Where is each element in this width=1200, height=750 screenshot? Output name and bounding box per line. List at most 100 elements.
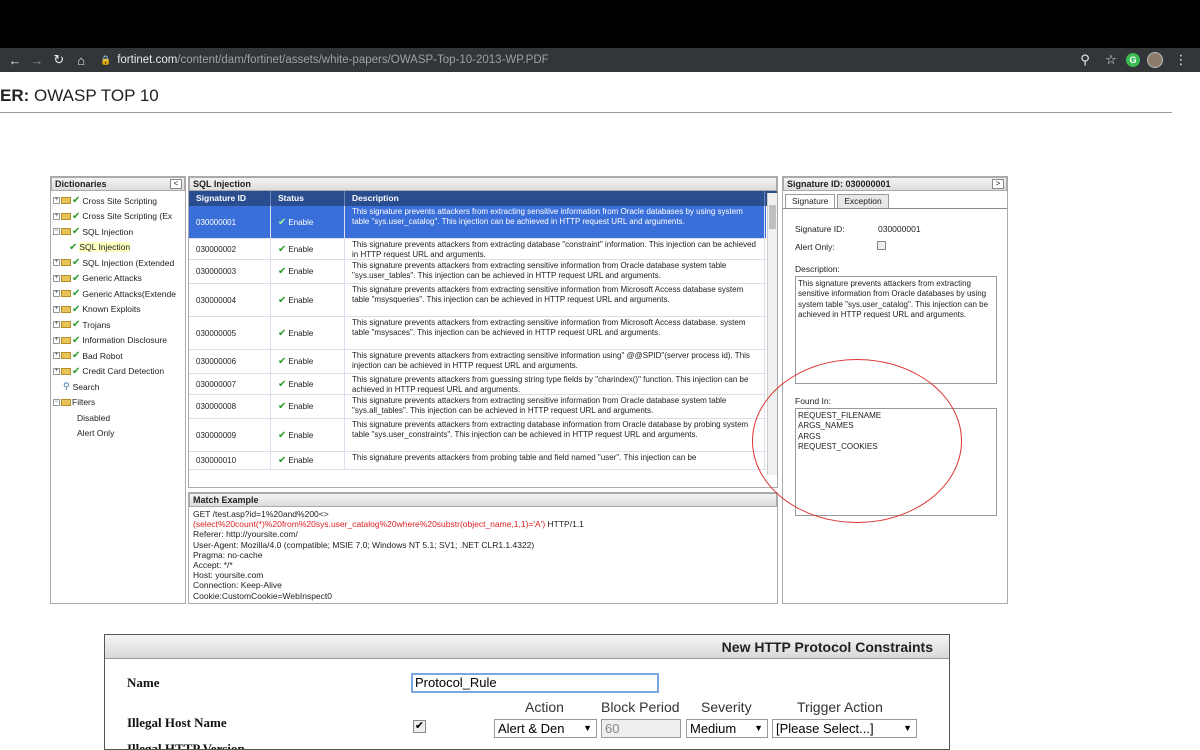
column-header-signature-id[interactable]: Signature ID <box>189 191 271 206</box>
tree-item[interactable]: + ✔ Generic Attacks <box>53 271 185 287</box>
tree-item[interactable]: + ✔ Trojans <box>53 317 185 333</box>
chevron-down-icon: ▼ <box>583 723 592 733</box>
table-row[interactable]: 030000002 ✔ Enable This signature prevents … <box>189 239 766 260</box>
column-header-status[interactable]: Status <box>271 191 345 206</box>
page-title: ER: OWASP TOP 10 <box>0 86 159 105</box>
folder-icon <box>61 274 71 282</box>
address-bar[interactable]: 🔒 fortinet.com/content/dam/fortinet/asse… <box>100 54 549 66</box>
tree-item[interactable]: + ✔ Cross Site Scripting (Ex <box>53 209 185 225</box>
table-row[interactable]: 030000003 ✔ Enable This signature prevents … <box>189 260 766 284</box>
http-protocol-constraints-form: New HTTP Protocol Constraints Name Proto… <box>104 634 950 750</box>
description-cell: This signature prevents attackers from e… <box>345 350 765 373</box>
status-cell: ✔ Enable <box>271 395 345 418</box>
forward-icon[interactable]: → <box>26 49 48 71</box>
red-highlight-circle <box>752 359 962 523</box>
tree-item[interactable]: + ✔ Known Exploits <box>53 302 185 318</box>
tree-item[interactable]: + ✔ SQL Injection (Extended <box>53 255 185 271</box>
description-cell: This signature prevents attackers from e… <box>345 395 765 418</box>
table-row[interactable]: 030000001 ✔ Enable This signature prevents … <box>189 206 766 239</box>
check-icon: ✔ <box>72 195 81 207</box>
collapse-button[interactable]: < <box>170 179 182 189</box>
tree-item[interactable]: + ✔ Bad Robot <box>53 348 185 364</box>
column-header-trigger-action: Trigger Action <box>797 699 883 715</box>
folder-icon <box>61 228 71 236</box>
check-icon: ✔ <box>278 455 287 466</box>
back-icon[interactable]: ← <box>4 49 26 71</box>
action-select[interactable]: Alert & Den ▼ <box>494 719 597 738</box>
tree-item[interactable]: + ✔ Credit Card Detection <box>53 364 185 380</box>
status-cell: ✔ Enable <box>271 350 345 373</box>
tree-item[interactable]: Alert Only <box>53 426 185 442</box>
table-row[interactable]: 030000005 ✔ Enable This signature prevents … <box>189 317 766 350</box>
description-cell: This signature prevents attackers from e… <box>345 284 765 316</box>
chevron-down-icon: ▼ <box>754 723 763 733</box>
description-cell: This signature prevents attackers from e… <box>345 317 765 349</box>
match-example-body: GET /test.asp?id=1%20and%200<> (select%2… <box>189 507 777 603</box>
check-icon: ✔ <box>72 257 81 269</box>
trigger-action-select[interactable]: [Please Select...] ▼ <box>772 719 917 738</box>
profile-avatar[interactable] <box>1144 49 1166 71</box>
column-header-description[interactable]: Description <box>345 191 765 206</box>
folder-icon <box>61 336 71 344</box>
signature-id-cell: 030000005 <box>189 317 271 349</box>
match-line: Host: yoursite.com <box>193 570 264 581</box>
signature-id-label: Signature ID: <box>795 224 845 234</box>
reload-icon[interactable]: ↻ <box>48 49 70 71</box>
tree-item[interactable]: − ✔ SQL Injection <box>53 224 185 240</box>
table-row[interactable]: 030000007 ✔ Enable This signature prevents … <box>189 374 766 395</box>
check-icon: ✔ <box>278 294 287 306</box>
star-icon[interactable]: ☆ <box>1100 49 1122 71</box>
tree-item-filters[interactable]: − Filters <box>53 395 185 411</box>
tree-item[interactable]: + ✔ Generic Attacks(Extende <box>53 286 185 302</box>
url-path: /content/dam/fortinet/assets/white-paper… <box>177 54 549 66</box>
tree-item-selected[interactable]: ✔ SQL Injection <box>53 240 185 256</box>
zoom-icon[interactable]: ⚲ <box>1074 49 1096 71</box>
check-icon: ✔ <box>72 303 81 315</box>
check-icon: ✔ <box>72 350 81 362</box>
description-cell: This signature prevents attackers from e… <box>345 206 765 238</box>
check-icon: ✔ <box>278 243 287 255</box>
check-icon: ✔ <box>278 378 287 390</box>
menu-icon[interactable]: ⋮ <box>1170 49 1192 71</box>
tab-exception[interactable]: Exception <box>837 194 889 208</box>
folder-icon <box>61 321 71 329</box>
grammarly-extension-icon[interactable]: G <box>1126 53 1140 67</box>
table-row[interactable]: 030000006 ✔ Enable This signature prevents … <box>189 350 766 374</box>
status-cell: ✔ Enable <box>271 206 345 238</box>
status-cell: ✔ Enable <box>271 317 345 349</box>
alert-only-checkbox[interactable] <box>877 241 886 250</box>
home-icon[interactable]: ⌂ <box>70 49 92 71</box>
table-row[interactable]: 030000009 ✔ Enable This signature prevents … <box>189 419 766 452</box>
tree-item[interactable]: Disabled <box>53 410 185 426</box>
column-header-action: Action <box>525 699 564 715</box>
folder-icon <box>61 290 71 298</box>
tree-item[interactable]: + ✔ Cross Site Scripting <box>53 193 185 209</box>
signature-id-value: 030000001 <box>878 224 921 234</box>
description-cell: This signature prevents attackers from g… <box>345 374 765 394</box>
table-row[interactable]: 030000004 ✔ Enable This signature prevents … <box>189 284 766 317</box>
check-icon: ✔ <box>72 334 81 346</box>
table-row[interactable]: 030000008 ✔ Enable This signature prevents … <box>189 395 766 419</box>
name-label: Name <box>127 675 160 690</box>
severity-select[interactable]: Medium ▼ <box>686 719 768 738</box>
sql-injection-panel: SQL Injection Signature ID Status Descri… <box>188 176 778 488</box>
name-input[interactable]: Protocol_Rule <box>411 673 659 693</box>
alert-only-label: Alert Only: <box>795 242 835 252</box>
signature-id-cell: 030000010 <box>189 452 271 469</box>
check-icon: ✔ <box>72 288 81 300</box>
signature-id-cell: 030000001 <box>189 206 271 238</box>
expand-button[interactable]: > <box>992 179 1004 189</box>
tree-item-search[interactable]: ⚲ Search <box>53 379 185 395</box>
table-row[interactable]: 030000010 ✔ Enable This signature prevents … <box>189 452 766 470</box>
lock-icon: 🔒 <box>100 54 112 65</box>
block-period-input[interactable]: 60 <box>601 719 681 738</box>
form-header: New HTTP Protocol Constraints <box>105 635 949 659</box>
check-icon: ✔ <box>278 401 287 412</box>
tree-item[interactable]: + ✔ Information Disclosure <box>53 333 185 349</box>
folder-icon <box>61 259 71 267</box>
check-icon: ✔ <box>278 429 287 441</box>
illegal-host-name-checkbox[interactable]: ✔ <box>413 720 426 733</box>
match-example-header: Match Example <box>189 493 777 507</box>
tab-signature[interactable]: Signature <box>785 194 836 208</box>
signature-id-cell: 030000003 <box>189 260 271 283</box>
